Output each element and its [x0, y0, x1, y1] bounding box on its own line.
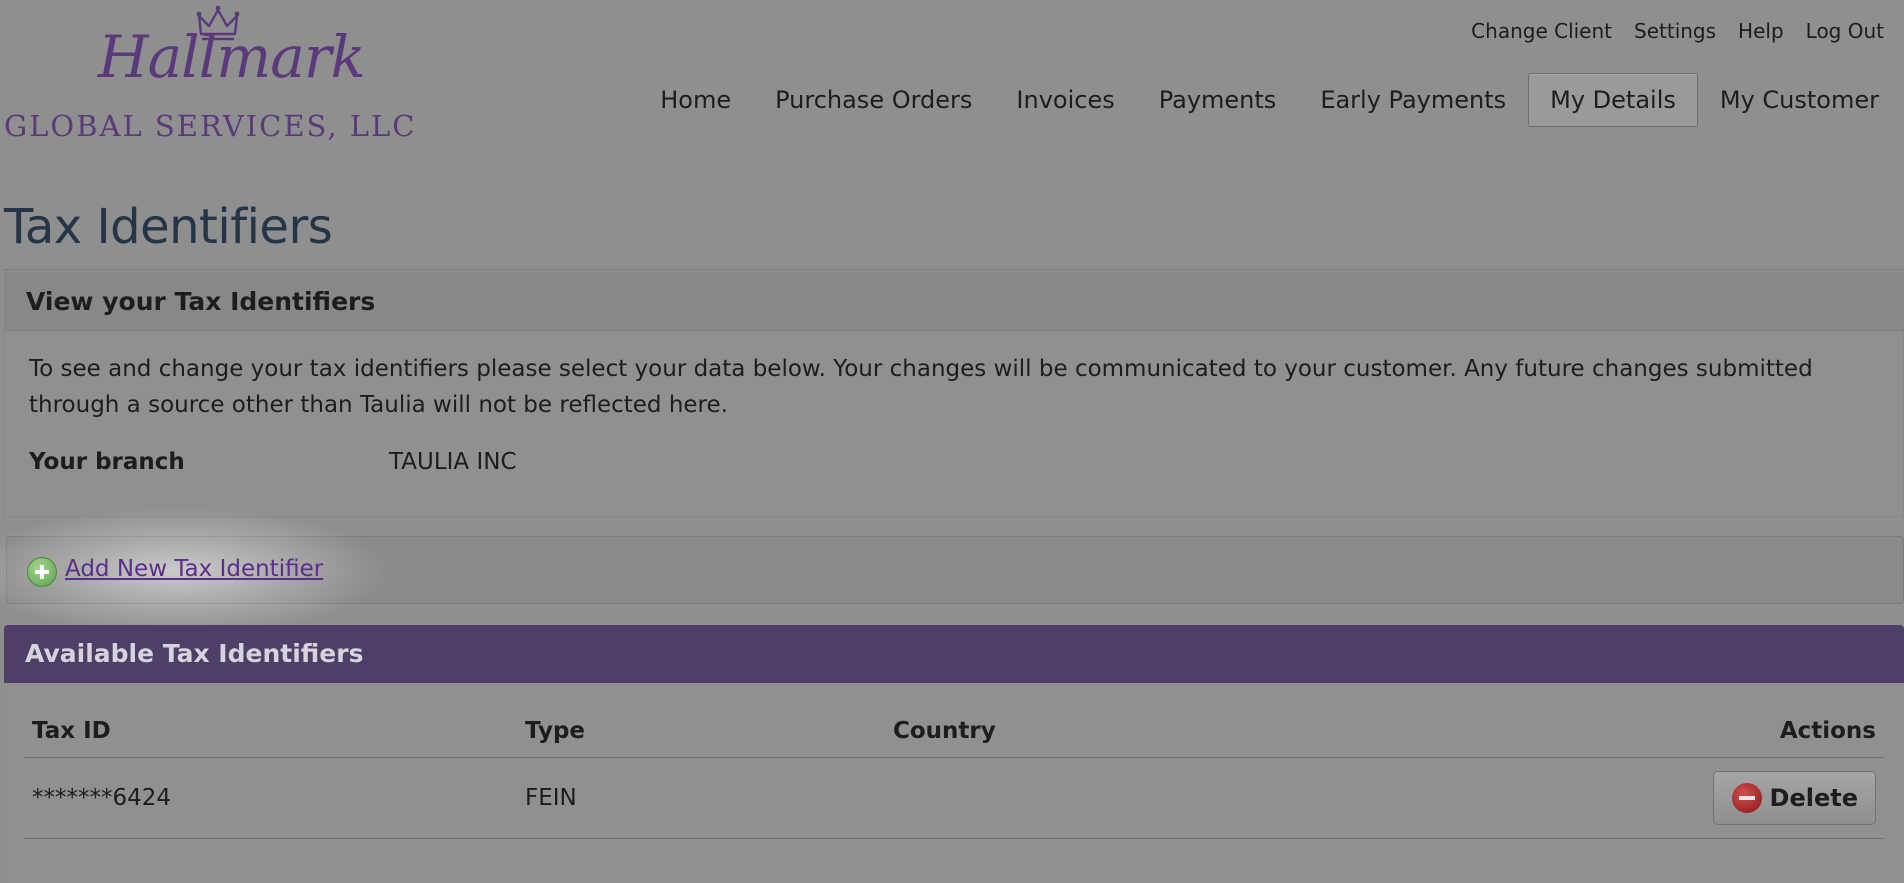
minus-circle-icon	[1731, 783, 1762, 813]
cell-country	[885, 757, 1485, 839]
table-panel-heading: Available Tax Identifiers	[4, 625, 1904, 683]
available-tax-identifiers-panel: Available Tax Identifiers Tax ID Type Co…	[4, 625, 1904, 883]
util-link-help[interactable]: Help	[1738, 19, 1784, 43]
cell-actions: Delete	[1485, 757, 1884, 839]
tax-identifiers-table: Tax ID Type Country Actions *******6424 …	[24, 705, 1884, 839]
logo-company-line: GLOBAL SERVICES, LLC	[4, 109, 417, 143]
util-link-change-client[interactable]: Change Client	[1471, 19, 1612, 43]
logo-script-text: Hallmark	[98, 23, 366, 91]
column-header-tax-id[interactable]: Tax ID	[24, 705, 517, 758]
cell-type: FEIN	[517, 757, 885, 839]
table-header-row: Tax ID Type Country Actions	[24, 705, 1884, 758]
nav-item-purchase-orders[interactable]: Purchase Orders	[753, 73, 994, 127]
main-nav: Home Purchase Orders Invoices Payments E…	[638, 73, 1901, 127]
nav-item-home[interactable]: Home	[638, 73, 753, 127]
utility-nav: Change Client Settings Help Log Out	[1449, 19, 1884, 43]
title-divider	[4, 269, 1904, 270]
nav-item-payments[interactable]: Payments	[1137, 73, 1299, 127]
delete-button-label: Delete	[1769, 784, 1858, 812]
column-header-country[interactable]: Country	[885, 705, 1485, 758]
add-tax-identifier-bar: Add New Tax Identifier	[0, 509, 1904, 633]
company-logo[interactable]: Hallmark GLOBAL SERVICES, LLC	[0, 0, 440, 150]
branch-label: Your branch	[29, 449, 185, 475]
nav-item-my-details[interactable]: My Details	[1528, 73, 1698, 127]
util-link-settings[interactable]: Settings	[1634, 19, 1716, 43]
nav-item-my-customer[interactable]: My Customer	[1698, 73, 1901, 127]
info-panel-heading: View your Tax Identifiers	[5, 273, 1903, 331]
column-header-type[interactable]: Type	[517, 705, 885, 758]
info-description: To see and change your tax identifiers p…	[29, 356, 1813, 418]
delete-button[interactable]: Delete	[1712, 771, 1876, 825]
cell-tax-id: *******6424	[24, 757, 517, 839]
nav-item-early-payments[interactable]: Early Payments	[1298, 73, 1528, 127]
plus-circle-icon[interactable]	[27, 557, 57, 587]
util-link-log-out[interactable]: Log Out	[1806, 19, 1884, 43]
table-row: *******6424 FEIN Delete	[24, 757, 1884, 839]
page-title: Tax Identifiers	[4, 199, 333, 255]
nav-item-invoices[interactable]: Invoices	[994, 73, 1136, 127]
column-header-actions: Actions	[1485, 705, 1884, 758]
tax-info-panel: View your Tax Identifiers To see and cha…	[4, 272, 1904, 517]
add-new-tax-identifier-link[interactable]: Add New Tax Identifier	[65, 554, 323, 584]
branch-value: TAULIA INC	[389, 449, 517, 475]
